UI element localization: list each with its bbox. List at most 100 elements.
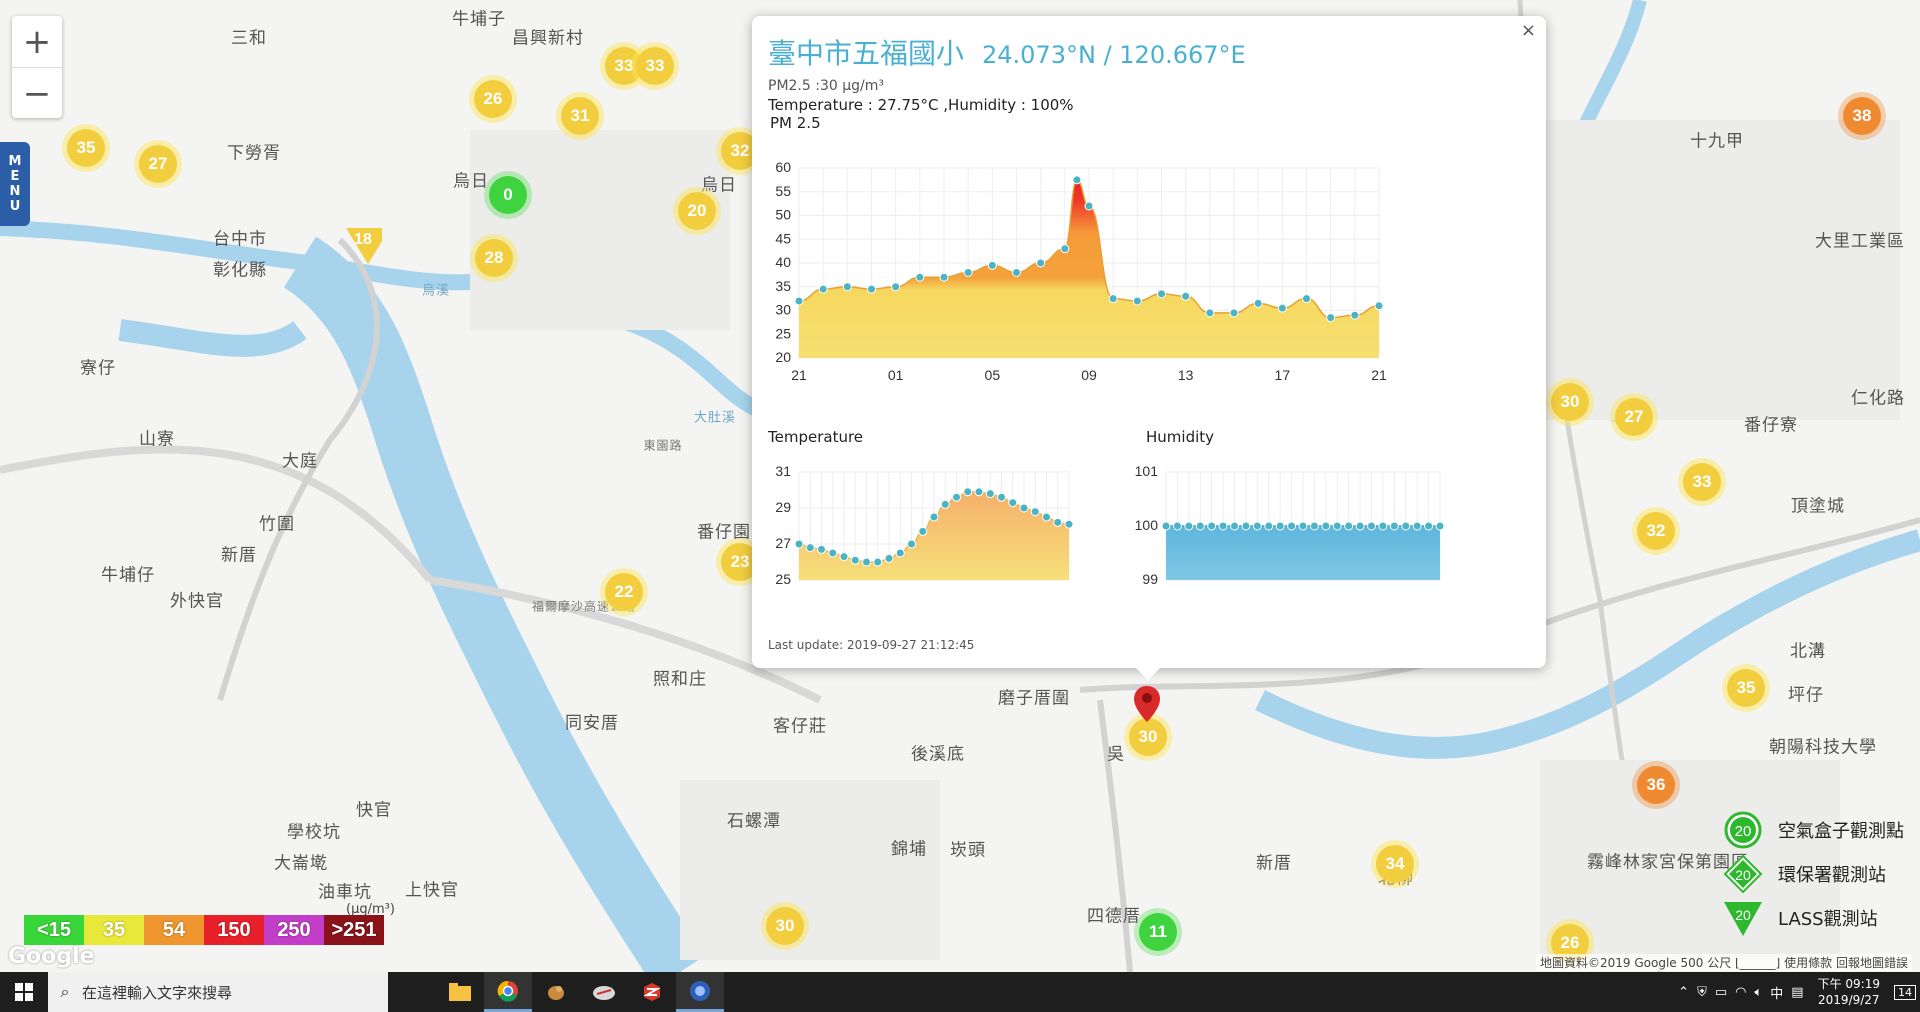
map-place-label: 番仔園: [697, 522, 751, 543]
menu-letter: U: [9, 199, 21, 214]
map-place-label: 快官: [356, 800, 392, 821]
airbox-marker[interactable]: 35: [1727, 669, 1765, 707]
temperature-chart: 25 27 29 31: [775, 463, 1074, 587]
airbox-marker[interactable]: 27: [139, 145, 177, 183]
data-point: [1435, 521, 1445, 531]
y-tick-label: 30: [775, 302, 791, 318]
svg-text:20: 20: [1735, 907, 1751, 923]
app-icon-blue[interactable]: [676, 972, 724, 1012]
map-place-label: 磨子厝圍: [998, 688, 1070, 709]
data-point: [987, 260, 997, 270]
airbox-marker[interactable]: 33: [636, 47, 674, 85]
map-place-label: 大庭: [282, 451, 318, 472]
app-icon-bird[interactable]: [532, 972, 580, 1012]
x-tick-label: 09: [1081, 367, 1097, 383]
y-tick-label: 35: [775, 278, 791, 294]
google-logo: Google: [8, 944, 95, 969]
airbox-marker[interactable]: 36: [1637, 766, 1675, 804]
data-point: [1412, 521, 1422, 531]
y-tick-label: 25: [775, 571, 791, 587]
airbox-marker[interactable]: 27: [1615, 398, 1653, 436]
data-point: [1241, 521, 1251, 531]
triangle-icon: 20: [1724, 902, 1762, 936]
data-point: [1157, 289, 1166, 299]
airbox-marker[interactable]: 32: [1637, 512, 1675, 550]
legend-swatch: <15: [24, 915, 84, 945]
keyboard-icon[interactable]: ▤: [1791, 985, 1803, 1000]
data-point: [1132, 296, 1142, 306]
shield-icon[interactable]: ⛨: [1697, 985, 1707, 1000]
airbox-marker[interactable]: 30: [766, 907, 804, 945]
data-point: [1042, 512, 1051, 522]
data-point: [1084, 201, 1094, 211]
start-button[interactable]: [0, 972, 48, 1012]
humidity-chart: 99 100 101: [1135, 463, 1445, 587]
map-place-label: 大崙墘: [274, 853, 328, 874]
wifi-icon[interactable]: ◠: [1735, 985, 1746, 1000]
zoom-out-button[interactable]: −: [12, 67, 62, 119]
data-point: [1326, 313, 1336, 323]
selected-location-pin-icon[interactable]: [1132, 684, 1162, 724]
airbox-marker[interactable]: 35: [67, 129, 105, 167]
map-place-label: 彰化縣: [213, 260, 267, 281]
airbox-marker[interactable]: 33: [1683, 463, 1721, 501]
notification-icon[interactable]: 14: [1894, 984, 1916, 1000]
legend-swatch: 250: [264, 915, 324, 945]
file-explorer-icon[interactable]: [436, 972, 484, 1012]
data-point: [963, 487, 973, 497]
ime-indicator[interactable]: 中: [1770, 983, 1783, 1002]
data-point: [1184, 521, 1194, 531]
data-point: [963, 268, 973, 277]
lass-station-marker[interactable]: 18: [344, 227, 382, 265]
data-point: [1253, 298, 1263, 308]
map-place-label: 大肚溪: [693, 410, 737, 426]
data-point: [1424, 521, 1434, 531]
map-place-label: 烏日: [701, 175, 737, 196]
legend-unit: (μg/m³): [346, 902, 395, 917]
y-tick-label: 40: [775, 254, 791, 270]
airbox-marker[interactable]: 26: [474, 80, 512, 118]
data-point: [1053, 517, 1063, 527]
y-tick-label: 20: [775, 349, 791, 365]
data-point: [997, 492, 1006, 502]
map-place-label: 烏日: [453, 171, 489, 192]
data-point: [839, 552, 849, 562]
taskbar-clock[interactable]: 下午 09:19 2019/9/27: [1818, 976, 1880, 1008]
close-icon[interactable]: ×: [1521, 20, 1536, 41]
map-place-label: 客仔莊: [773, 716, 827, 737]
data-point: [1378, 521, 1388, 531]
search-placeholder: 在這裡輸入文字來搜尋: [82, 983, 233, 1002]
airbox-marker[interactable]: 34: [1376, 845, 1414, 883]
battery-icon[interactable]: ▭: [1715, 985, 1727, 1000]
app-icon-cloud[interactable]: [580, 972, 628, 1012]
y-tick-label: 55: [775, 183, 791, 199]
airbox-marker[interactable]: 38: [1843, 97, 1881, 135]
airbox-marker[interactable]: 22: [605, 573, 643, 611]
data-point: [873, 557, 883, 567]
legend-swatch: 54: [144, 915, 204, 945]
pm25-reading: PM2.5 :30 μg/m³: [768, 78, 884, 94]
map-place-label: 昌興新村: [512, 28, 584, 49]
zoom-in-button[interactable]: +: [12, 16, 62, 67]
volume-icon[interactable]: 🔈︎: [1754, 985, 1762, 1000]
map[interactable]: 牛埔子 昌興新村 三和 下勞胥 烏日 烏日 台中市 彰化縣 寮仔 山寮 大庭 竹圍 新厝 牛埔仔 外快官 番仔…: [0, 0, 1920, 972]
chevron-up-icon[interactable]: ⌃: [1678, 985, 1689, 1000]
pm25-chart-title: PM 2.5: [770, 114, 821, 132]
airbox-marker[interactable]: 20: [678, 192, 716, 230]
airbox-marker[interactable]: 0: [489, 176, 527, 214]
chrome-icon[interactable]: [484, 972, 532, 1012]
data-point: [1367, 521, 1376, 531]
airbox-marker[interactable]: 30: [1551, 383, 1589, 421]
data-point: [1355, 521, 1365, 531]
station-title: 臺中市五福國小 24.073°N / 120.667°E: [768, 32, 1246, 72]
app-icon-red[interactable]: [628, 972, 676, 1012]
menu-button[interactable]: M E N U: [0, 142, 30, 226]
taskbar-search-box[interactable]: ⌕ 在這裡輸入文字來搜尋: [48, 972, 388, 1012]
data-point: [850, 555, 860, 565]
airbox-marker[interactable]: 31: [561, 97, 599, 135]
map-attribution[interactable]: 地圖資料©2019 Google 500 公尺 ⌊______⌋ 使用條款 回報…: [1535, 954, 1912, 971]
menu-letter: M: [8, 154, 22, 169]
airbox-marker[interactable]: 11: [1139, 913, 1177, 951]
airbox-marker[interactable]: 28: [475, 239, 513, 277]
map-place-label: 十九甲: [1690, 131, 1744, 152]
